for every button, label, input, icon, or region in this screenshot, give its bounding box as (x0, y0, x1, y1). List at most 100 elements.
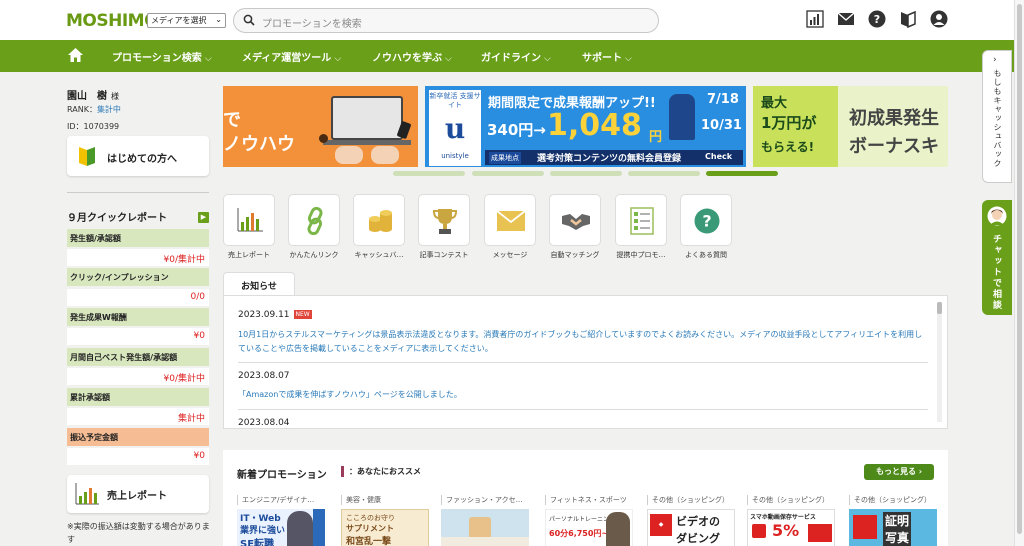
banner-footer: 成果地点 選考対策コンテンツの無料会員登録 Check (485, 150, 743, 165)
scrollbar-thumb[interactable] (937, 302, 942, 314)
news-link[interactable]: 10月1日からステルスマーケティングは景品表示法違反となります。消費者庁のガイド… (238, 328, 928, 356)
unistyle-logo-box: 新卒就活 支援サイト u unistyle (429, 90, 481, 166)
carousel-dot[interactable] (393, 171, 465, 176)
page-scrollbar[interactable] (1014, 0, 1024, 546)
report-label: 振込予定金額 (67, 428, 209, 446)
tile-easy-link[interactable] (288, 194, 340, 246)
account-icon[interactable] (930, 10, 948, 28)
news-divider (238, 362, 928, 363)
promo-thumbnail[interactable]: パーソナルトレーニング 60分6,750円~ (545, 509, 633, 546)
banner-point-text: 選考対策コンテンツの無料会員登録 (537, 154, 682, 164)
news-scrollbar[interactable] (937, 302, 942, 422)
mail-icon[interactable] (837, 10, 855, 28)
cashback-side-tab[interactable]: › もしもキャッシュバック (982, 50, 1012, 183)
bar-chart-icon (237, 208, 263, 232)
store-logo (853, 515, 877, 539)
carousel-dot[interactable] (550, 171, 622, 176)
beginner-mark-icon[interactable] (899, 10, 917, 28)
promo-side-strip (313, 509, 325, 546)
report-chart-icon[interactable] (806, 10, 824, 28)
help-icon[interactable]: ? (868, 10, 886, 28)
chain-link-icon (307, 207, 323, 235)
tile-article-contest[interactable] (418, 194, 470, 246)
tile-auto-matching[interactable] (549, 194, 601, 246)
beginner-guide-label: はじめての方へ (107, 154, 177, 165)
carousel-dot[interactable] (472, 171, 544, 176)
chat-side-tab[interactable]: チャットで相談 (982, 200, 1012, 315)
trophy-icon (433, 209, 457, 234)
play-icon (752, 524, 766, 538)
report-value: ¥0 (67, 448, 209, 465)
promo-thumbnail[interactable]: 証明 写真 (849, 509, 937, 546)
promo-category: その他（ショッピング） (647, 495, 729, 505)
banner-date-end: 10/31 (701, 118, 742, 133)
carousel-dot[interactable] (628, 171, 700, 176)
see-more-button[interactable]: もっと見る › (864, 464, 934, 480)
chevron-down-icon: ⌵ (445, 54, 452, 64)
carousel-dot-active[interactable] (706, 171, 778, 176)
user-id: ID：1070399 (67, 122, 120, 131)
promo-category: エンジニア/デザイナ… (237, 495, 314, 505)
promo-thumb-text: 写真 (883, 529, 912, 546)
nav-media-tools[interactable]: メディア運営ツール ⌵ (242, 49, 341, 64)
sales-report-button[interactable]: 売上レポート (67, 475, 209, 513)
laptop-base (323, 140, 411, 145)
banner-knowhow[interactable]: で ノウハウ (223, 86, 418, 167)
banner-check: Check (705, 152, 733, 161)
banner-unistyle[interactable]: 新卒就活 支援サイト u unistyle 期間限定で成果報酬アップ!! 340… (425, 86, 746, 167)
report-label: 発生額/承認額 (67, 229, 209, 247)
chevron-down-icon: ⌵ (625, 54, 632, 64)
tile-message[interactable] (484, 194, 536, 246)
tile-label: 売上レポート (228, 251, 270, 259)
media-select[interactable]: メディアを選択 ⌄ (147, 13, 226, 28)
nav-promotion-search[interactable]: プロモーション検索 ⌵ (112, 49, 212, 64)
report-label: 月間自己ベスト発生額/承認額 (67, 348, 209, 366)
scrollbar-thumb[interactable] (1017, 4, 1022, 534)
tile-label: メッセージ (492, 251, 528, 259)
search-placeholder: プロモーションを検索 (262, 19, 362, 30)
home-icon[interactable] (67, 47, 84, 63)
new-promotions-title: 新着プロモーション (237, 470, 327, 481)
nav-guideline[interactable]: ガイドライン ⌵ (481, 49, 551, 64)
promo-thumbnail[interactable]: IT・Web 業界に強い SE転職 (237, 509, 325, 546)
banner-yen: 円 (649, 130, 663, 145)
chevron-right-icon[interactable]: ▶ (198, 212, 209, 223)
promo-thumb-text: 証明 (883, 512, 912, 529)
product-image (469, 517, 491, 539)
promo-thumbnail[interactable]: ◆ ビデオの ダビング (647, 509, 735, 546)
nav-knowhow[interactable]: ノウハウを学ぶ ⌵ (372, 49, 452, 64)
search-icon (243, 14, 255, 26)
promo-category: その他（ショッピング） (747, 495, 829, 505)
moshimo-logo[interactable]: MOSHIMO (66, 11, 159, 31)
nav-support[interactable]: サポート ⌵ (582, 49, 632, 64)
promo-thumbnail[interactable]: こころのお守り サプリメント 和宮乱一撃 (341, 509, 429, 546)
svg-text:?: ? (702, 212, 711, 231)
recommend-label: ：あなたにおススメ (341, 466, 421, 477)
promo-thumb-text: 5% (772, 521, 800, 540)
bar-chart-icon (75, 483, 99, 505)
promo-thumb-text: こころのお守り (346, 514, 395, 522)
chat-side-label: チャットで相談 (991, 234, 1001, 311)
tile-label: 自動マッチング (550, 251, 600, 259)
tab-news[interactable]: お知らせ (223, 272, 295, 296)
report-label: 発生成果W報酬 (67, 308, 209, 326)
document-list-icon (630, 207, 654, 235)
tile-active-promotions[interactable] (615, 194, 667, 246)
unistyle-brand: unistyle (441, 152, 469, 160)
user-rank: RANK：集計中 (67, 105, 121, 114)
beginner-guide-button[interactable]: はじめての方へ (67, 136, 209, 176)
tile-sales-report[interactable] (223, 194, 275, 246)
promo-thumbnail[interactable]: スマホ動画保存サービス 5% (747, 509, 835, 546)
news-divider (238, 409, 928, 410)
report-value: 集計中 (67, 408, 209, 425)
promo-category: 美容・健康 (341, 495, 381, 505)
promo-thumb-text: 和宮乱一撃 (346, 537, 392, 546)
banner-bonus[interactable]: 最大 1万円が もらえる! 初成果発生 ボーナスキ (753, 86, 948, 167)
promo-thumbnail[interactable] (441, 509, 529, 546)
tile-faq[interactable]: ? (680, 194, 732, 246)
store-logo: ◆ (650, 514, 672, 536)
chevron-down-icon: ⌵ (544, 54, 551, 64)
tile-cashback[interactable] (353, 194, 405, 246)
search-input[interactable]: プロモーションを検索 (233, 8, 659, 33)
news-link[interactable]: 「Amazonで成果を伸ばすノウハウ」ページを公開しました。 (238, 388, 928, 402)
